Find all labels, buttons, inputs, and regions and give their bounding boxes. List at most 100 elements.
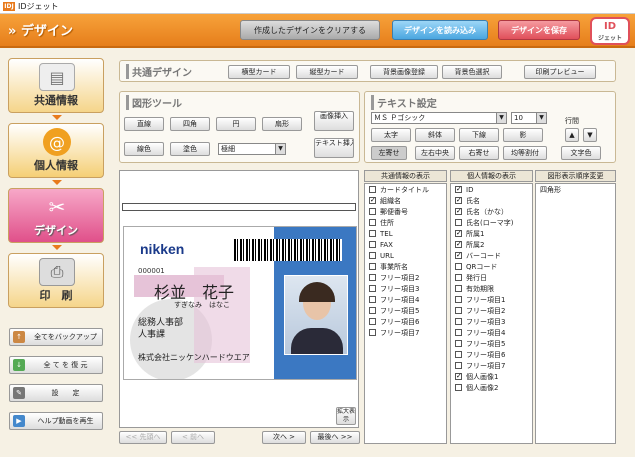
last-page-button[interactable]: 最後へ >>: [310, 431, 360, 444]
first-page-button[interactable]: << 先頭へ: [119, 431, 167, 444]
fill-color-button[interactable]: 塗色: [170, 142, 210, 156]
checkbox[interactable]: [369, 285, 376, 292]
shape-order-list[interactable]: 四角形: [535, 183, 616, 444]
checkbox[interactable]: ✓: [455, 252, 462, 259]
list-item[interactable]: ✓ 個人画像1: [451, 371, 532, 382]
save-design-button[interactable]: デザインを保存: [498, 20, 580, 40]
checkbox[interactable]: [455, 219, 462, 226]
list-item[interactable]: ✓ 組織名: [365, 195, 446, 206]
load-design-button[interactable]: デザインを読み込み: [392, 20, 488, 40]
checkbox[interactable]: [455, 340, 462, 347]
checkbox[interactable]: [369, 318, 376, 325]
line-spacing-down-button[interactable]: ▼: [583, 128, 597, 142]
list-item[interactable]: 四角形: [536, 184, 615, 195]
list-item[interactable]: 氏名(ローマ字): [451, 217, 532, 228]
list-item[interactable]: 事業所名: [365, 261, 446, 272]
align-left-button[interactable]: 左寄せ: [371, 146, 407, 160]
underline-button[interactable]: 下線: [459, 128, 499, 142]
align-center-button[interactable]: 左右中央: [415, 146, 455, 160]
shadow-button[interactable]: 影: [503, 128, 543, 142]
checkbox[interactable]: [369, 274, 376, 281]
checkbox[interactable]: [455, 285, 462, 292]
checkbox[interactable]: [369, 307, 376, 314]
list-item[interactable]: 個人画像2: [451, 382, 532, 393]
checkbox[interactable]: [455, 362, 462, 369]
list-item[interactable]: フリー項目2: [451, 305, 532, 316]
align-right-button[interactable]: 右寄せ: [459, 146, 499, 160]
sector-tool-button[interactable]: 扇形: [262, 117, 302, 131]
line-color-button[interactable]: 線色: [124, 142, 164, 156]
list-item[interactable]: TEL: [365, 228, 446, 239]
list-item[interactable]: フリー項目5: [365, 305, 446, 316]
checkbox[interactable]: [369, 186, 376, 193]
list-item[interactable]: ✓ 氏名: [451, 195, 532, 206]
list-item[interactable]: フリー項目4: [451, 327, 532, 338]
checkbox[interactable]: [455, 329, 462, 336]
list-item[interactable]: 有効期限: [451, 283, 532, 294]
insert-image-button[interactable]: 画像挿入: [314, 111, 354, 131]
vertical-card-button[interactable]: 縦型カード: [296, 65, 358, 79]
line-spacing-up-button[interactable]: ▲: [565, 128, 579, 142]
list-item[interactable]: URL: [365, 250, 446, 261]
list-item[interactable]: フリー項目7: [365, 327, 446, 338]
checkbox[interactable]: [455, 351, 462, 358]
font-size-select[interactable]: 10 ▼: [511, 112, 547, 124]
list-item[interactable]: ✓ 所属2: [451, 239, 532, 250]
checkbox[interactable]: ✓: [455, 241, 462, 248]
restore-all-button[interactable]: ↓ 全 て を 復 元: [9, 356, 103, 374]
checkbox[interactable]: ✓: [455, 230, 462, 237]
horizontal-card-button[interactable]: 横型カード: [228, 65, 290, 79]
list-item[interactable]: 郵便番号: [365, 206, 446, 217]
checkbox[interactable]: [455, 263, 462, 270]
checkbox[interactable]: [369, 230, 376, 237]
list-item[interactable]: フリー項目7: [451, 360, 532, 371]
nav-design[interactable]: ✂ デザイン: [8, 188, 104, 243]
checkbox[interactable]: [369, 252, 376, 259]
list-item[interactable]: ✓ 氏名（かな）: [451, 206, 532, 217]
insert-text-button[interactable]: テキスト挿入: [314, 138, 354, 158]
list-item[interactable]: フリー項目5: [451, 338, 532, 349]
font-select[interactable]: ＭＳ Ｐゴシック ▼: [371, 112, 507, 124]
checkbox[interactable]: [455, 296, 462, 303]
list-item[interactable]: ✓ 所属1: [451, 228, 532, 239]
list-item[interactable]: ✓ ID: [451, 184, 532, 195]
list-item[interactable]: フリー項目2: [365, 272, 446, 283]
checkbox[interactable]: ✓: [455, 186, 462, 193]
list-item[interactable]: ✓ バーコード: [451, 250, 532, 261]
justify-button[interactable]: 均等割付: [503, 146, 547, 160]
list-item[interactable]: 発行日: [451, 272, 532, 283]
bold-button[interactable]: 太字: [371, 128, 411, 142]
checkbox[interactable]: [369, 263, 376, 270]
list-item[interactable]: フリー項目4: [365, 294, 446, 305]
id-card-preview[interactable]: nikken 000001 杉並 花子 すぎなみ はなこ 総務人事部 人事課 株…: [123, 226, 357, 380]
zoom-view-button[interactable]: 拡大表示: [336, 407, 356, 425]
list-item[interactable]: FAX: [365, 239, 446, 250]
register-bg-image-button[interactable]: 背景画像登録: [370, 65, 438, 79]
list-item[interactable]: QRコード: [451, 261, 532, 272]
design-canvas[interactable]: nikken 000001 杉並 花子 すぎなみ はなこ 総務人事部 人事課 株…: [119, 170, 359, 428]
checkbox[interactable]: [369, 208, 376, 215]
next-page-button[interactable]: 次へ >: [262, 431, 306, 444]
backup-all-button[interactable]: ↑ 全てをバックアップ: [9, 328, 103, 346]
list-item[interactable]: カードタイトル: [365, 184, 446, 195]
select-bg-color-button[interactable]: 背景色選択: [442, 65, 502, 79]
list-item[interactable]: 住所: [365, 217, 446, 228]
italic-button[interactable]: 斜体: [415, 128, 455, 142]
checkbox[interactable]: [455, 318, 462, 325]
settings-button[interactable]: ✎ 設 定: [9, 384, 103, 402]
checkbox[interactable]: [369, 219, 376, 226]
checkbox[interactable]: ✓: [455, 197, 462, 204]
line-style-select[interactable]: 極細 ▼: [218, 143, 286, 155]
list-item[interactable]: フリー項目3: [451, 316, 532, 327]
rectangle-tool-button[interactable]: 四角: [170, 117, 210, 131]
clear-design-button[interactable]: 作成したデザインをクリアする: [240, 20, 380, 40]
checkbox[interactable]: ✓: [369, 197, 376, 204]
list-item[interactable]: フリー項目6: [365, 316, 446, 327]
checkbox[interactable]: ✓: [455, 208, 462, 215]
checkbox[interactable]: ✓: [455, 373, 462, 380]
nav-personal-info[interactable]: @ 個人情報: [8, 123, 104, 178]
circle-tool-button[interactable]: 円: [216, 117, 256, 131]
prev-page-button[interactable]: < 前へ: [171, 431, 215, 444]
checkbox[interactable]: [369, 296, 376, 303]
nav-common-info[interactable]: ▤ 共通情報: [8, 58, 104, 113]
